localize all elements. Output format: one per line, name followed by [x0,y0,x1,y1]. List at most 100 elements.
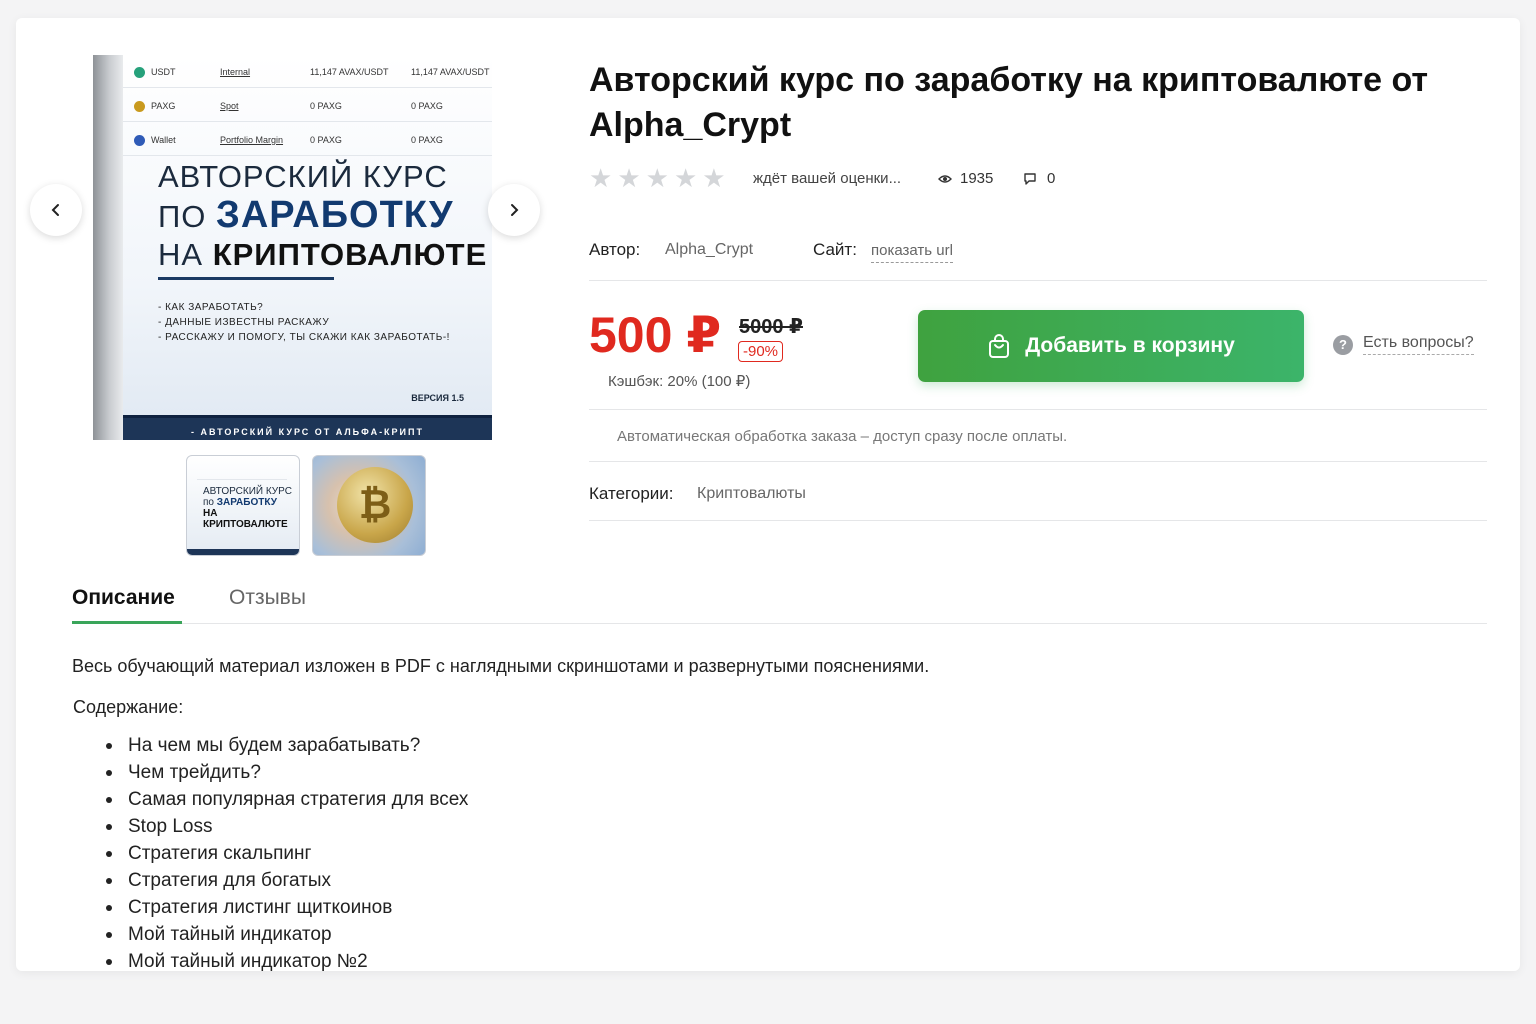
description-intro: Весь обучающий материал изложен в PDF с … [72,656,930,676]
shopping-bag-icon [989,334,1010,358]
cover-row-type: Portfolio Margin [220,135,284,145]
cover-row-type: Internal [220,67,251,77]
cover-row-a: 0 PAXG [310,135,342,145]
questions-label: Есть вопросы? [1363,334,1474,355]
author-label: Автор: [589,240,641,259]
list-item: Стратегия для богатых [104,867,468,894]
cover-screen-row: PAXG Spot 0 PAXG 0 PAXG [123,89,492,122]
gallery-next-button[interactable] [488,184,540,236]
comment-icon [1024,173,1036,185]
tabs-divider [72,623,1487,624]
cover-bullet: - ДАННЫЕ ИЗВЕСТНЫ РАСКАЖУ [158,317,330,328]
product-main-image[interactable]: USDT Internal 11,147 AVAX/USDT 11,147 AV… [93,55,492,440]
contents-title: Содержание: [73,697,184,717]
book-spine [93,55,123,440]
thumb-screen-rows [197,462,287,480]
views-value: 1935 [960,170,994,187]
cover-row-coin: Wallet [151,135,176,145]
cover-row-coin: USDT [151,67,176,77]
divider [589,520,1487,521]
product-title: Авторский курс по заработку на криптовал… [589,61,1429,144]
chevron-right-icon [511,204,519,216]
cover-row-coin: PAXG [151,101,176,111]
thumb-title-line2-bold: ЗАРАБОТКУ [216,497,277,508]
thumb-title: АВТОРСКИЙ КУРС по ЗАРАБОТКУ НА КРИПТОВАЛ… [203,486,299,530]
cover-row-b: 11,147 AVAX/USDT [411,67,490,77]
coin-icon [134,67,145,78]
tab-active-indicator [72,621,182,624]
list-item: Стратегия листинг щиткоинов [104,894,468,921]
cover-title-line1: АВТОРСКИЙ КУРС [158,159,448,194]
old-price: 5000 ₽ [739,316,803,338]
cover-title-line2-bold: ЗАРАБОТКУ [216,194,454,236]
views-count: 1935 [938,170,993,187]
cover-bullet: - РАССКАЖУ И ПОМОГУ, ТЫ СКАЖИ КАК ЗАРАБО… [158,332,450,343]
comments-count[interactable]: 0 [1023,170,1055,187]
star-icon[interactable]: ★ [589,165,612,191]
add-to-cart-label: Добавить в корзину [1025,334,1235,357]
chevron-left-icon [51,204,59,216]
cover-bullet: - КАК ЗАРАБОТАТЬ? [158,302,264,313]
rating-status: ждёт вашей оценки... [753,170,902,187]
list-item: Stop Loss [104,813,468,840]
cover-bullets: - КАК ЗАРАБОТАТЬ? - ДАННЫЕ ИЗВЕСТНЫ РАСК… [158,300,450,345]
tab-description[interactable]: Описание [72,586,175,610]
gallery-thumbnail-bitcoin[interactable]: ₿ [312,455,426,556]
show-url-link[interactable]: показать url [871,242,953,263]
cover-title-line3-prefix: НА [158,237,213,272]
cashback-text: Кэшбэк: 20% (100 ₽) [608,373,751,390]
category-link[interactable]: Криптовалюты [697,485,806,503]
divider [589,461,1487,462]
thumb-title-line1: АВТОРСКИЙ КУРС [203,486,292,497]
gallery-prev-button[interactable] [30,184,82,236]
discount-badge: -90% [738,341,784,362]
star-icon[interactable]: ★ [646,165,669,191]
cover-version: ВЕРСИЯ 1.5 [411,393,464,403]
star-icon[interactable]: ★ [702,165,725,191]
list-item: Стратегия скальпинг [104,840,468,867]
cover-title: АВТОРСКИЙ КУРС ПО ЗАРАБОТКУ НА КРИПТОВАЛ… [158,158,488,274]
categories-label: Категории: [589,484,674,503]
star-icon[interactable]: ★ [674,165,697,191]
site-label: Сайт: [813,240,857,259]
cover-row-a: 0 PAXG [310,101,342,111]
thumb-title-line3: НА КРИПТОВАЛЮТЕ [203,508,288,530]
author-value[interactable]: Alpha_Crypt [665,241,753,259]
cover-row-b: 0 PAXG [411,135,443,145]
auto-processing-note: Автоматическая обработка заказа – доступ… [617,428,1068,445]
cover-band: - АВТОРСКИЙ КУРС ОТ АЛЬФА-КРИПТ [123,415,492,440]
current-price: 500 ₽ [589,307,722,363]
list-item: На чем мы будем зарабатывать? [104,732,468,759]
list-item: Самая популярная стратегия для всех [104,786,468,813]
cover-row-type: Spot [220,101,239,111]
contents-list: На чем мы будем зарабатывать? Чем трейди… [104,732,468,975]
cover-screen-row: Wallet Portfolio Margin 0 PAXG 0 PAXG [123,123,492,156]
divider [589,280,1487,281]
cover-row-a: 11,147 AVAX/USDT [310,67,389,77]
list-item: Мой тайный индикатор №2 [104,948,468,975]
cover-title-line3-bold: КРИПТОВАЛЮТЕ [212,237,488,272]
gallery-thumbnail-cover[interactable]: АВТОРСКИЙ КУРС по ЗАРАБОТКУ НА КРИПТОВАЛ… [186,455,300,556]
add-to-cart-button[interactable]: Добавить в корзину [918,310,1304,382]
cover-divider [158,277,334,280]
comments-value: 0 [1047,170,1056,187]
book-cover: USDT Internal 11,147 AVAX/USDT 11,147 AV… [123,55,492,440]
list-item: Мой тайный индикатор [104,921,468,948]
question-icon: ? [1333,334,1353,355]
bitcoin-icon: ₿ [337,467,413,543]
cover-title-line2-prefix: ПО [158,199,217,234]
eye-icon [938,174,952,183]
questions-link[interactable]: ? Есть вопросы? [1333,334,1474,355]
rating-stars[interactable]: ★ ★ ★ ★ ★ [589,165,726,191]
coin-icon [134,135,145,146]
divider [589,409,1487,410]
thumb-title-line2-prefix: по [203,497,217,508]
list-item: Чем трейдить? [104,759,468,786]
thumb-band [187,549,299,555]
coin-icon [134,101,145,112]
cover-row-b: 0 PAXG [411,101,443,111]
cover-screen-row: USDT Internal 11,147 AVAX/USDT 11,147 AV… [123,55,492,88]
tab-reviews[interactable]: Отзывы [229,586,306,610]
star-icon[interactable]: ★ [617,165,640,191]
product-card: USDT Internal 11,147 AVAX/USDT 11,147 AV… [16,18,1520,972]
